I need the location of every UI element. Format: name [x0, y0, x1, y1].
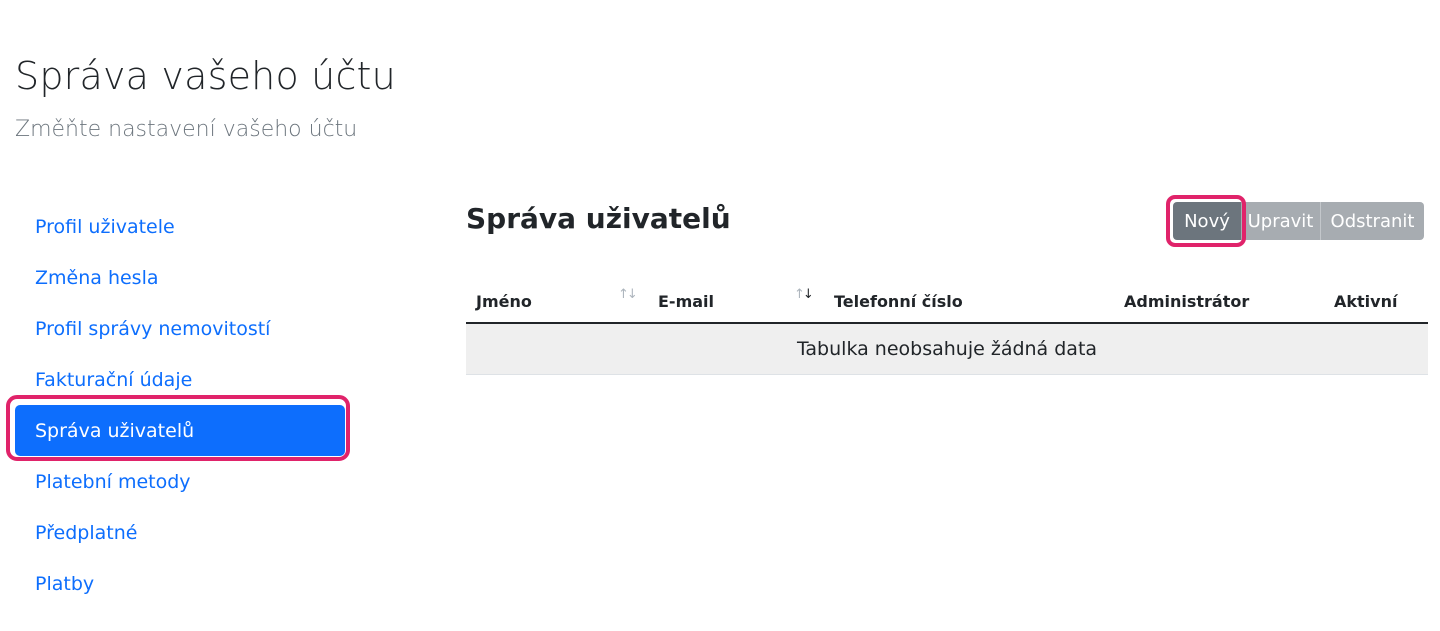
new-button[interactable]: Nový: [1173, 202, 1241, 240]
toolbar-button-group: Nový Upravit Odstranit: [1173, 202, 1424, 240]
sort-both-icon[interactable]: ↑↓: [618, 287, 638, 302]
column-header-phone[interactable]: Telefonní číslo: [834, 292, 963, 311]
page-title: Správa vašeho účtu: [15, 54, 396, 98]
sidebar-item-payment-methods[interactable]: Platební metody: [15, 456, 345, 507]
sidebar-item-payments[interactable]: Platby: [15, 558, 345, 609]
edit-button[interactable]: Upravit: [1241, 202, 1320, 240]
page-subtitle: Změňte nastavení vašeho účtu: [15, 117, 358, 142]
sidebar-item-user-management[interactable]: Správa uživatelů: [15, 405, 345, 456]
delete-button[interactable]: Odstranit: [1320, 202, 1424, 240]
sidebar-item-property-profile[interactable]: Profil správy nemovitostí: [15, 303, 345, 354]
column-header-name[interactable]: Jméno: [476, 292, 532, 311]
section-title: Správa uživatelů: [466, 202, 731, 235]
sidebar-item-subscription[interactable]: Předplatné: [15, 507, 345, 558]
table-header: Jméno ↑↓ E-mail ↑↓ Telefonní číslo Admin…: [466, 278, 1428, 324]
sidebar-item-billing[interactable]: Fakturační údaje: [15, 354, 345, 405]
column-header-email[interactable]: E-mail: [658, 292, 714, 311]
sidebar-item-password-change[interactable]: Změna hesla: [15, 252, 345, 303]
column-header-active[interactable]: Aktivní: [1334, 292, 1397, 311]
column-header-admin[interactable]: Administrátor: [1124, 292, 1249, 311]
sidebar-item-user-profile[interactable]: Profil uživatele: [15, 201, 345, 252]
sidebar-nav: Profil uživatele Změna hesla Profil sprá…: [15, 201, 345, 609]
table-empty-row: Tabulka neobsahuje žádná data: [466, 324, 1428, 375]
sort-desc-icon[interactable]: ↑↓: [794, 287, 814, 302]
